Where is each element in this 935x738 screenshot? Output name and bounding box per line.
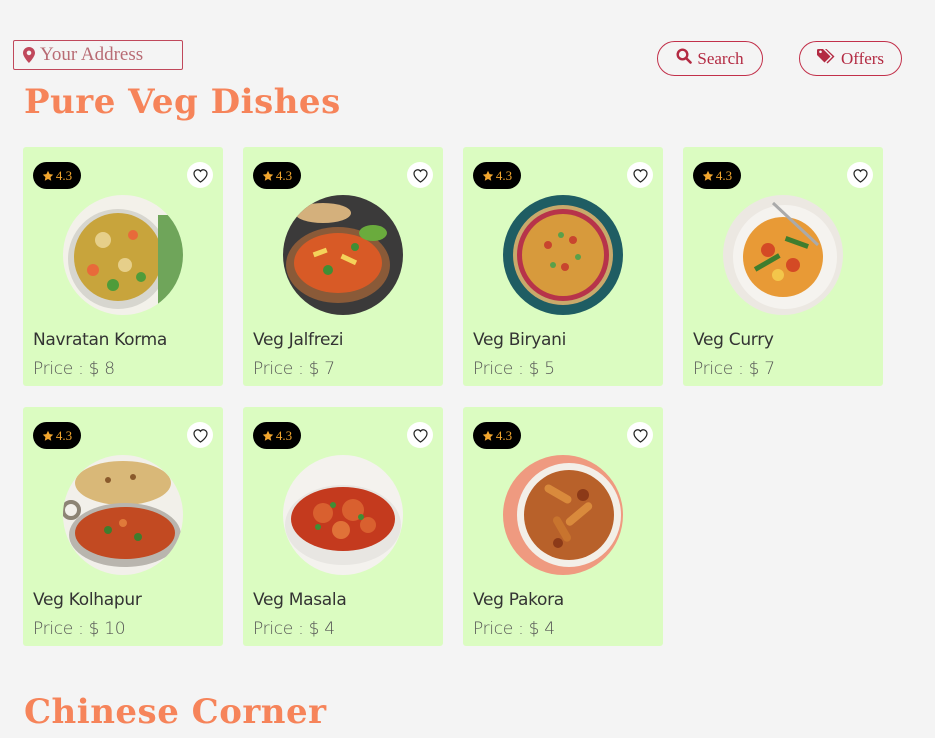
dish-price: Price : $ 7 [253,359,335,379]
dish-image [503,455,623,575]
dish-card[interactable]: 4.3 Veg Masala Price : $ 4 [243,407,443,646]
heart-icon [412,168,428,183]
dish-price: Price : $ 4 [473,619,555,639]
dish-image [503,195,623,315]
heart-icon [632,428,648,443]
dish-image [283,195,403,315]
dish-image [723,195,843,315]
address-input[interactable] [40,44,170,66]
star-icon [42,430,54,441]
dish-price: Price : $ 5 [473,359,555,379]
dish-name: Veg Curry [693,330,774,350]
star-icon [262,170,274,181]
rating-badge: 4.3 [693,162,741,189]
search-icon [676,48,697,69]
rating-badge: 4.3 [473,422,521,449]
rating-badge: 4.3 [253,422,301,449]
section-title-chinese: Chinese Corner [24,692,327,732]
dish-image [283,455,403,575]
favorite-button[interactable] [627,422,653,448]
dish-price: Price : $ 8 [33,359,115,379]
dish-name: Veg Masala [253,590,347,610]
favorite-button[interactable] [407,162,433,188]
star-icon [42,170,54,181]
heart-icon [412,428,428,443]
offers-button[interactable]: Offers [799,41,902,76]
dish-card[interactable]: 4.3 Veg Biryani Price : $ 5 [463,147,663,386]
dish-name: Veg Kolhapur [33,590,142,610]
dish-price: Price : $ 7 [693,359,775,379]
dish-name: Veg Pakora [473,590,564,610]
dish-card[interactable]: 4.3 Veg Pakora Price : $ 4 [463,407,663,646]
favorite-button[interactable] [627,162,653,188]
favorite-button[interactable] [187,162,213,188]
star-icon [482,170,494,181]
rating-value: 4.3 [715,167,733,183]
favorite-button[interactable] [847,162,873,188]
star-icon [482,430,494,441]
dish-card[interactable]: 4.3 Veg Curry Price : $ 7 [683,147,883,386]
heart-icon [632,168,648,183]
rating-value: 4.3 [275,167,293,183]
dish-image [63,455,183,575]
rating-badge: 4.3 [253,162,301,189]
rating-value: 4.3 [55,427,73,443]
section-title-veg: Pure Veg Dishes [24,82,341,122]
rating-badge: 4.3 [473,162,521,189]
rating-value: 4.3 [495,167,513,183]
search-button[interactable]: Search [657,41,763,76]
heart-icon [192,428,208,443]
search-label: Search [697,48,744,68]
address-field[interactable] [13,40,183,70]
favorite-button[interactable] [407,422,433,448]
rating-badge: 4.3 [33,162,81,189]
dish-price: Price : $ 4 [253,619,335,639]
dish-image [63,195,183,315]
dish-price: Price : $ 10 [33,619,126,639]
heart-icon [192,168,208,183]
star-icon [702,170,714,181]
star-icon [262,430,274,441]
dish-name: Navratan Korma [33,330,168,350]
heart-icon [852,168,868,183]
map-pin-icon [23,47,35,63]
offers-label: Offers [840,48,885,68]
dish-name: Veg Jalfrezi [253,330,344,350]
dish-card[interactable]: 4.3 Navratan Korma Price : $ 8 [23,147,223,386]
tags-icon [816,48,841,69]
favorite-button[interactable] [187,422,213,448]
dish-name: Veg Biryani [473,330,567,350]
rating-value: 4.3 [275,427,293,443]
rating-badge: 4.3 [33,422,81,449]
dish-card[interactable]: 4.3 Veg Jalfrezi Price : $ 7 [243,147,443,386]
rating-value: 4.3 [495,427,513,443]
dish-card[interactable]: 4.3 Veg Kolhapur Price : $ 10 [23,407,223,646]
rating-value: 4.3 [55,167,73,183]
